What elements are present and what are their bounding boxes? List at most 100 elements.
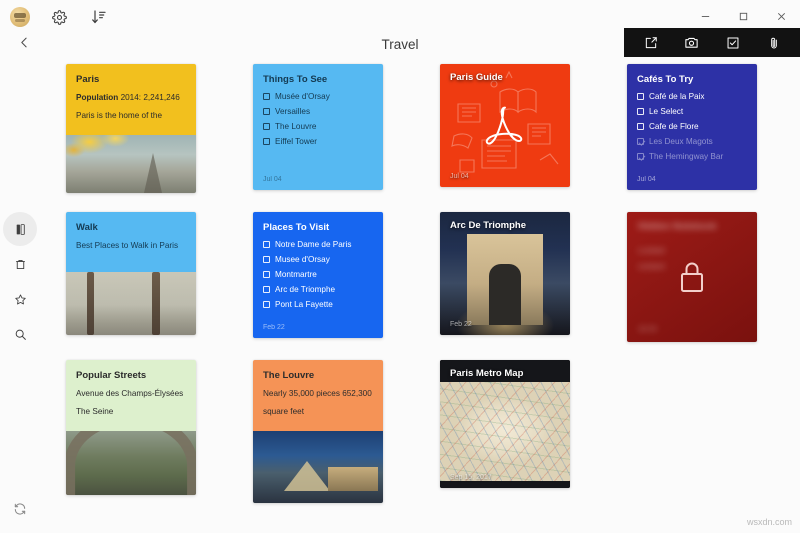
checkbox-icon[interactable] bbox=[263, 301, 270, 308]
note-card-walk[interactable]: Walk Best Places to Walk in Paris bbox=[66, 212, 196, 335]
note-card-paris-guide[interactable]: Paris Guide Jul 04 bbox=[440, 64, 570, 187]
card-title: Paris Metro Map bbox=[450, 368, 523, 379]
sidebar-item-notebooks[interactable] bbox=[8, 217, 32, 241]
checklist-item[interactable]: Montmartre bbox=[263, 270, 373, 279]
card-date: Jul 04 bbox=[263, 176, 282, 183]
checkbox-icon[interactable] bbox=[720, 30, 746, 56]
checkbox-icon[interactable] bbox=[263, 108, 270, 115]
sync-button[interactable] bbox=[8, 497, 32, 521]
card-line: content bbox=[638, 262, 665, 271]
card-line: Nearly 35,000 pieces 652,300 bbox=[263, 388, 373, 399]
card-title: Things To See bbox=[263, 74, 373, 85]
card-line: Paris is the home of the bbox=[76, 110, 186, 121]
eiffel-tower-photo bbox=[66, 135, 196, 193]
checkbox-icon[interactable] bbox=[263, 241, 270, 248]
arc-de-triomphe-photo: Arc De Triomphe Feb 22 bbox=[440, 212, 570, 335]
paris-cafe-street-photo bbox=[66, 272, 196, 335]
note-card-locked[interactable]: Hidden Notebook Locked content Jul 04 bbox=[627, 212, 757, 342]
card-date: Jul 04 bbox=[638, 326, 657, 333]
checklist-item[interactable]: Pont La Fayette bbox=[263, 300, 373, 309]
card-date: Jul 04 bbox=[450, 173, 469, 180]
sidebar-item-trash[interactable] bbox=[8, 252, 32, 276]
card-line: Avenue des Champs-Élysées bbox=[76, 388, 186, 399]
checkbox-icon[interactable] bbox=[637, 93, 644, 100]
checkbox-icon[interactable] bbox=[263, 271, 270, 278]
checkbox-icon[interactable] bbox=[263, 286, 270, 293]
card-date: Feb 22 bbox=[450, 321, 472, 328]
checkbox-checked-icon[interactable] bbox=[637, 138, 644, 145]
card-line: square feet bbox=[263, 406, 373, 417]
checklist-label: Cafe de Flore bbox=[649, 122, 699, 131]
note-card-paris-metro-map[interactable]: Paris Metro Map Sep 15, 2017 bbox=[440, 360, 570, 488]
card-text-area: The Louvre Nearly 35,000 pieces 652,300 … bbox=[253, 360, 383, 431]
note-card-arc-de-triomphe[interactable]: Arc De Triomphe Feb 22 bbox=[440, 212, 570, 335]
note-card-things-to-see[interactable]: Things To See Musée d'Orsay Versailles T… bbox=[253, 64, 383, 190]
checklist-label: Les Deux Magots bbox=[649, 137, 713, 146]
checklist-label: The Hemingway Bar bbox=[649, 152, 723, 161]
checklist-label: Arc de Triomphe bbox=[275, 285, 335, 294]
sidebar-item-search[interactable] bbox=[8, 322, 32, 346]
checklist-label: Montmartre bbox=[275, 270, 317, 279]
note-card-cafes-to-try[interactable]: Cafés To Try Café de la Paix Le Select C… bbox=[627, 64, 757, 190]
card-line: Locked bbox=[638, 246, 664, 255]
card-title: Paris Guide bbox=[450, 72, 503, 83]
edit-icon[interactable] bbox=[638, 30, 664, 56]
checkbox-icon[interactable] bbox=[263, 256, 270, 263]
star-icon bbox=[14, 293, 27, 306]
checklist-item[interactable]: Versailles bbox=[263, 107, 373, 116]
locked-note-preview: Hidden Notebook Locked content Jul 04 bbox=[627, 212, 757, 342]
card-title: Popular Streets bbox=[76, 370, 186, 381]
checkbox-icon[interactable] bbox=[263, 123, 270, 130]
card-text-area: Places To Visit Notre Dame de Paris Muse… bbox=[253, 212, 383, 338]
checkbox-icon[interactable] bbox=[263, 138, 270, 145]
user-avatar[interactable] bbox=[10, 7, 30, 27]
checkbox-icon[interactable] bbox=[637, 108, 644, 115]
sort-icon[interactable] bbox=[88, 6, 110, 28]
note-card-popular-streets[interactable]: Popular Streets Avenue des Champs-Élysée… bbox=[66, 360, 196, 495]
paris-metro-map-photo bbox=[440, 382, 570, 481]
checklist-item[interactable]: Le Select bbox=[637, 107, 747, 116]
checklist-item[interactable]: The Hemingway Bar bbox=[637, 152, 747, 161]
pdf-acrobat-icon bbox=[483, 102, 527, 150]
paperclip-icon[interactable] bbox=[761, 30, 787, 56]
checklist-item[interactable]: Arc de Triomphe bbox=[263, 285, 373, 294]
card-title: Paris bbox=[76, 74, 186, 85]
note-card-the-louvre[interactable]: The Louvre Nearly 35,000 pieces 652,300 … bbox=[253, 360, 383, 503]
card-date: Sep 15, 2017 bbox=[450, 474, 492, 481]
note-card-grid: Paris Population 2014: 2,241,246 Paris i… bbox=[58, 64, 772, 504]
card-text-area: Paris Population 2014: 2,241,246 Paris i… bbox=[66, 64, 196, 135]
card-title: Places To Visit bbox=[263, 222, 373, 233]
card-text-area: Walk Best Places to Walk in Paris bbox=[66, 212, 196, 272]
notebook-icon bbox=[14, 223, 27, 236]
checklist-item[interactable]: The Louvre bbox=[263, 122, 373, 131]
checklist-item[interactable]: Cafe de Flore bbox=[637, 122, 747, 131]
checklist-item[interactable]: Café de la Paix bbox=[637, 92, 747, 101]
note-card-paris[interactable]: Paris Population 2014: 2,241,246 Paris i… bbox=[66, 64, 196, 193]
checklist-label: Le Select bbox=[649, 107, 683, 116]
card-title: The Louvre bbox=[263, 370, 373, 381]
card-line-rest: 2014: 2,241,246 bbox=[118, 93, 179, 102]
card-title: Walk bbox=[76, 222, 186, 233]
card-line: The Seine bbox=[76, 406, 186, 417]
checkbox-icon[interactable] bbox=[263, 93, 270, 100]
settings-icon[interactable] bbox=[48, 6, 70, 28]
louvre-pyramid-photo bbox=[253, 431, 383, 503]
metro-map-preview: Paris Metro Map Sep 15, 2017 bbox=[440, 360, 570, 488]
checkbox-checked-icon[interactable] bbox=[637, 153, 644, 160]
checklist-item[interactable]: Musée d'Orsay bbox=[263, 92, 373, 101]
champs-elysees-photo bbox=[66, 431, 196, 495]
checklist-label: Eiffel Tower bbox=[275, 137, 317, 146]
camera-icon[interactable] bbox=[679, 30, 705, 56]
checklist-item[interactable]: Notre Dame de Paris bbox=[263, 240, 373, 249]
sidebar-item-favorites[interactable] bbox=[8, 287, 32, 311]
checkbox-icon[interactable] bbox=[637, 123, 644, 130]
card-line: Best Places to Walk in Paris bbox=[76, 240, 186, 251]
note-card-places-to-visit[interactable]: Places To Visit Notre Dame de Paris Muse… bbox=[253, 212, 383, 338]
checklist-item[interactable]: Musee d'Orsay bbox=[263, 255, 373, 264]
card-title: Hidden Notebook bbox=[638, 221, 717, 232]
checklist-item[interactable]: Les Deux Magots bbox=[637, 137, 747, 146]
trash-icon bbox=[14, 258, 27, 271]
lock-icon bbox=[675, 257, 709, 297]
checklist-label: Café de la Paix bbox=[649, 92, 705, 101]
checklist-item[interactable]: Eiffel Tower bbox=[263, 137, 373, 146]
